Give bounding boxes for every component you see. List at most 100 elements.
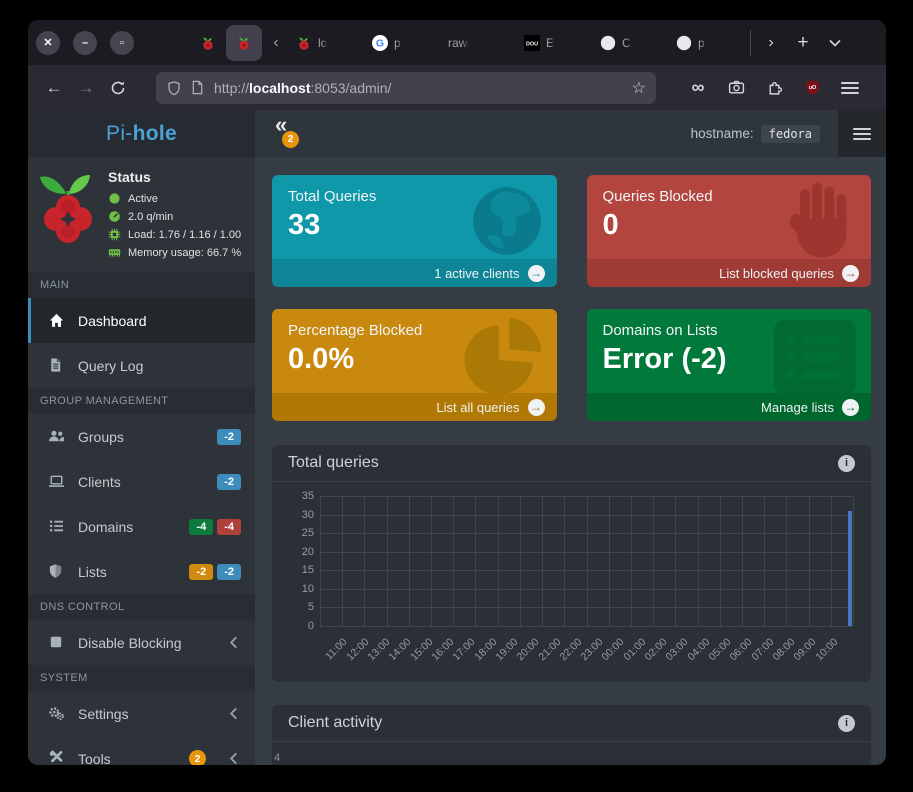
x-gridline [453, 496, 454, 626]
page-info-icon[interactable] [190, 80, 206, 96]
ublock-origin-icon[interactable]: uO [797, 73, 827, 103]
sidebar-item-clients[interactable]: Clients-2 [28, 459, 255, 504]
tab-active-pihole[interactable] [226, 25, 262, 61]
sidebar-item-label: Lists [78, 564, 107, 580]
sidebar-item-groups[interactable]: Groups-2 [28, 414, 255, 459]
file-icon [48, 357, 65, 374]
total-queries-chart[interactable]: 0510152025303511:0012:0013:0014:0015:001… [288, 496, 855, 676]
sidebar-item-dashboard[interactable]: Dashboard [28, 298, 255, 343]
sidebar-section-system: SYSTEM [28, 665, 255, 691]
x-gridline [542, 496, 543, 626]
tracking-shield-icon[interactable] [166, 80, 182, 96]
tab-p[interactable]: p [670, 25, 746, 61]
list-all-tabs-button[interactable] [819, 27, 851, 59]
sidebar-item-label: Dashboard [78, 313, 147, 329]
header-main: « 2 hostname: fedora [255, 110, 838, 157]
card-queries-blocked[interactable]: Queries Blocked0List blocked queries→ [587, 175, 872, 287]
tab-label: lo [318, 36, 327, 50]
client-activity-panel-title: Client activity [288, 714, 382, 732]
svg-text:G: G [376, 37, 384, 49]
infinity-extension-icon[interactable]: ∞ [683, 73, 713, 103]
x-gridline [431, 496, 432, 626]
x-gridline [498, 496, 499, 626]
sidebar-item-query-log[interactable]: Query Log [28, 343, 255, 388]
sidebar-item-disable-blocking[interactable]: Disable Blocking [28, 620, 255, 665]
status-title: Status [108, 169, 241, 185]
app-menu-button[interactable] [835, 73, 865, 103]
extension-toolbar: ∞ uO [682, 73, 866, 103]
client-activity-panel: Client activity i 4 [272, 705, 871, 765]
bookmark-star-icon[interactable]: ☆ [632, 78, 646, 98]
chevron-left-icon[interactable] [228, 636, 239, 649]
dot-icon [108, 192, 121, 205]
logo-zone[interactable]: Pi-hole [28, 110, 255, 157]
chevron-left-icon[interactable] [228, 707, 239, 720]
google-favicon: G [372, 35, 388, 51]
pihole-favicon [296, 35, 312, 51]
tab-pinned-pihole[interactable] [190, 25, 226, 61]
url-text[interactable]: http://localhost:8053/admin/ [214, 80, 632, 96]
tab-raw[interactable]: raw. [442, 25, 518, 61]
sidebar-item-label: Tools [78, 751, 111, 766]
info-icon[interactable]: i [838, 715, 855, 732]
total-queries-panel-title: Total queries [288, 454, 379, 472]
header-menu-button[interactable] [838, 110, 886, 157]
sidebar-section-dns-control: DNS CONTROL [28, 594, 255, 620]
status-text: 2.0 q/min [128, 211, 173, 223]
sidebar-item-settings[interactable]: Settings [28, 691, 255, 736]
card-footer-label: 1 active clients [434, 266, 519, 281]
sidebar-item-lists[interactable]: Lists-2-2 [28, 549, 255, 594]
screenshot-camera-icon[interactable] [721, 73, 751, 103]
tab-p[interactable]: Gp [366, 25, 442, 61]
cpu-icon [108, 228, 121, 241]
query-bar[interactable] [848, 511, 852, 626]
x-gridline [786, 496, 787, 626]
status-memory: Memory usage: 66.7 % [108, 246, 241, 259]
scroll-tabs-right-button[interactable]: › [755, 27, 787, 59]
y-gridline [320, 626, 853, 627]
tab-overflow-left-indicator[interactable]: ‹ [262, 25, 290, 61]
tab-lo[interactable]: lo [290, 25, 366, 61]
card-domains-on-lists[interactable]: Domains on ListsError (-2)Manage lists→ [587, 309, 872, 421]
titlebar[interactable]: ✕ – ▫ ‹ lo Gpraw.DOUECp ›+ [28, 20, 886, 65]
card-body: Queries Blocked0 [587, 175, 872, 259]
chevron-left-icon[interactable] [228, 752, 239, 765]
info-icon[interactable]: i [838, 455, 855, 472]
summary-cards: Total Queries331 active clients→ Queries … [272, 175, 871, 421]
hamburger-icon [841, 79, 859, 97]
sidebar-item-domains[interactable]: Domains-4-4 [28, 504, 255, 549]
count-badge: 2 [189, 750, 206, 765]
y-axis-label: 15 [288, 564, 314, 576]
x-gridline [653, 496, 654, 626]
url-bar[interactable]: http://localhost:8053/admin/ ☆ [156, 72, 656, 104]
tab-label: p [698, 36, 705, 50]
maximize-button[interactable]: ▫ [110, 31, 134, 55]
y-axis-label: 30 [288, 509, 314, 521]
github-favicon [600, 35, 616, 51]
new-tab-button[interactable]: + [787, 27, 819, 59]
back-button[interactable]: ← [39, 73, 69, 103]
client-activity-panel-body: 4 [272, 742, 871, 765]
status-info: StatusActive2.0 q/minLoad: 1.76 / 1.16 /… [108, 167, 241, 264]
sidebar-item-label: Query Log [78, 358, 143, 374]
y-axis-label: 10 [288, 583, 314, 595]
minimize-button[interactable]: – [73, 31, 97, 55]
pihole-favicon [236, 35, 252, 51]
reload-button[interactable] [103, 73, 133, 103]
pihole-page: Pi-hole « 2 hostname: fedora [28, 110, 886, 765]
tab-e[interactable]: DOUE [518, 25, 594, 61]
main-content: Total Queries331 active clients→ Queries … [255, 157, 886, 765]
card-total-queries[interactable]: Total Queries331 active clients→ [272, 175, 557, 287]
extensions-puzzle-icon[interactable] [759, 73, 789, 103]
x-gridline [387, 496, 388, 626]
card-percentage-blocked[interactable]: Percentage Blocked0.0%List all queries→ [272, 309, 557, 421]
total-queries-panel-body: 0510152025303511:0012:0013:0014:0015:001… [272, 482, 871, 682]
close-button[interactable]: ✕ [36, 31, 60, 55]
sidebar-item-tools[interactable]: Tools 2 [28, 736, 255, 765]
home-icon [48, 312, 65, 329]
tab-c[interactable]: C [594, 25, 670, 61]
pie-icon [461, 315, 547, 402]
x-gridline [342, 496, 343, 626]
forward-button[interactable]: → [71, 73, 101, 103]
pihole-header: Pi-hole « 2 hostname: fedora [28, 110, 886, 157]
